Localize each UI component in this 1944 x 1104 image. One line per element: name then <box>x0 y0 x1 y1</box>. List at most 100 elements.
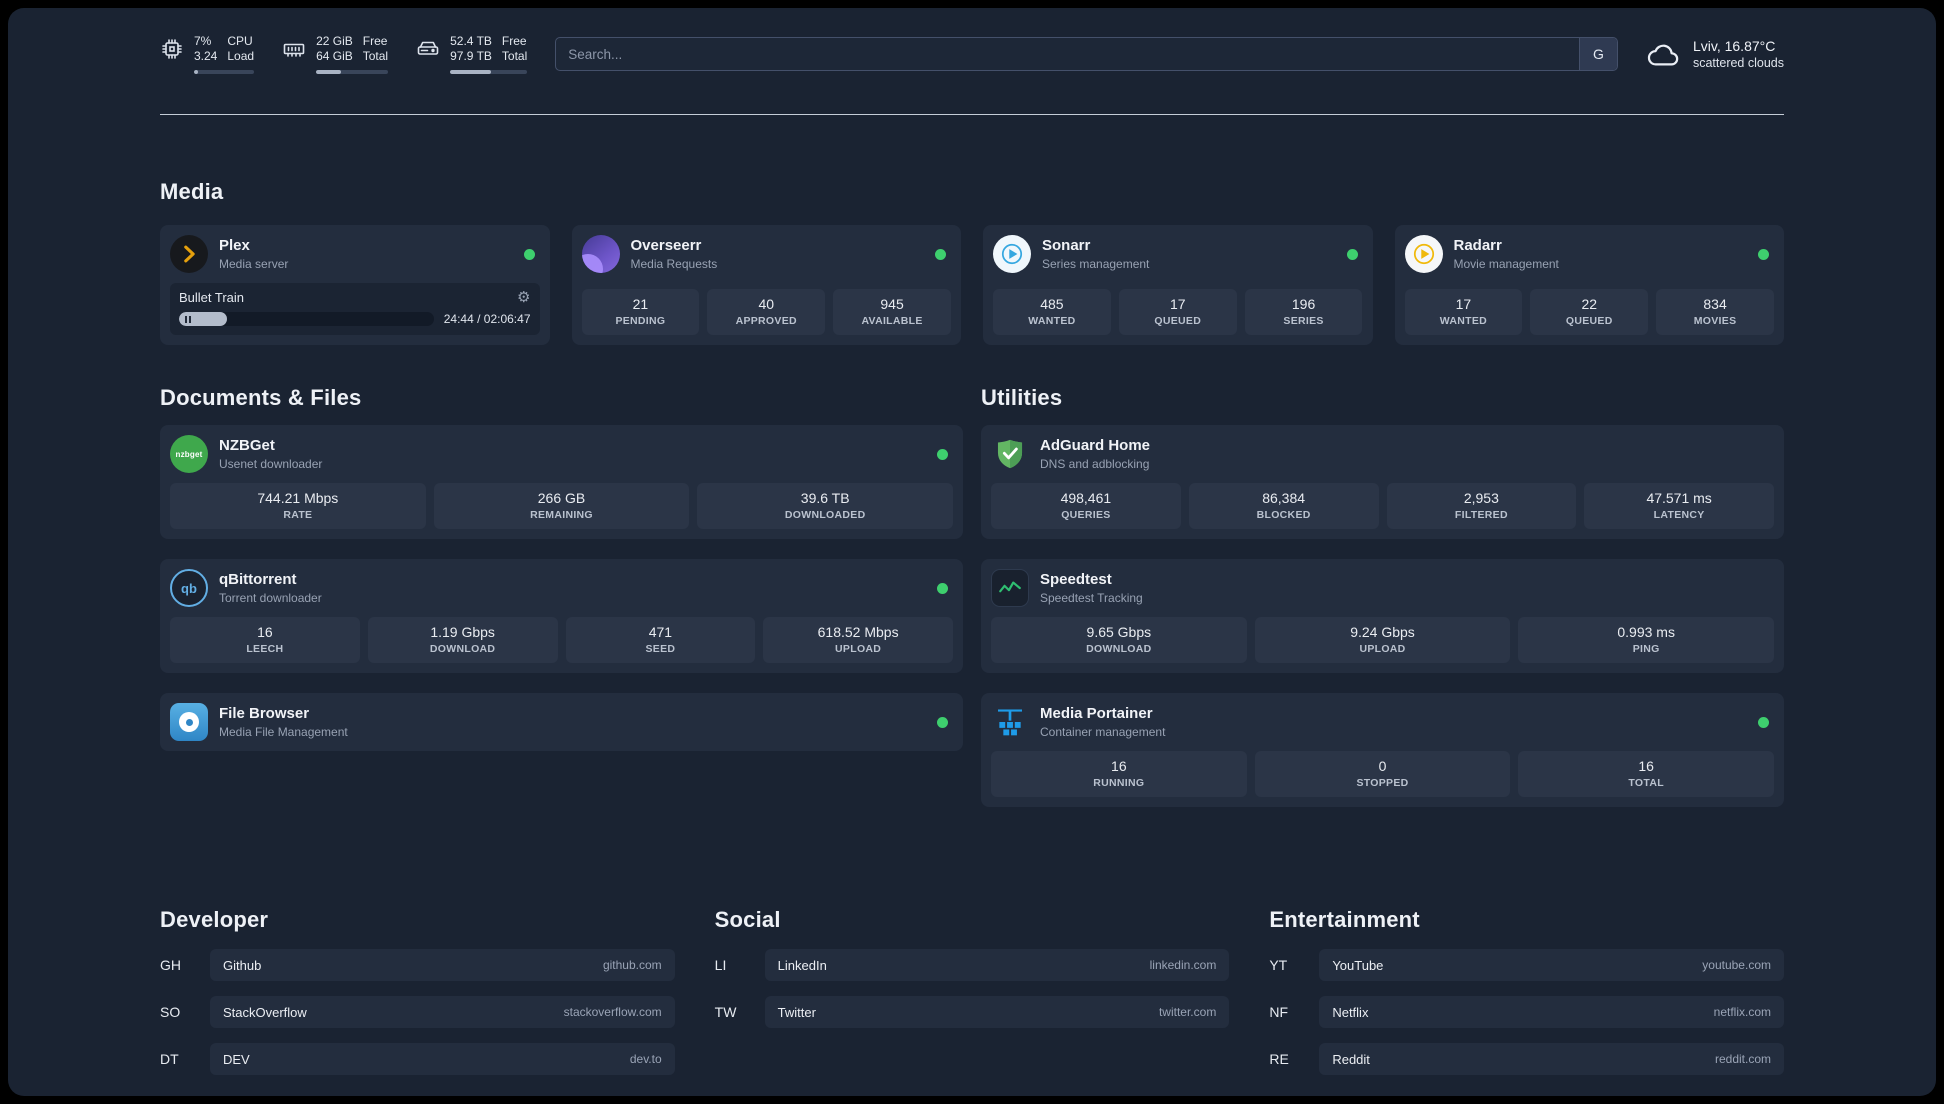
adguard-shield-icon <box>991 435 1029 473</box>
adguard-stats: 498,461 QUERIES 86,384 BLOCKED 2,953 FIL… <box>991 483 1774 529</box>
playback-time: 24:44 / 02:06:47 <box>443 312 531 326</box>
now-playing-title: Bullet Train <box>179 290 245 305</box>
stat-pending: 21 PENDING <box>581 289 700 335</box>
bookmark-abbr: SO <box>160 1004 181 1020</box>
status-dot <box>937 582 948 594</box>
app-name: Plex <box>219 237 250 254</box>
section-media: Media Plex Media server Bullet Train ⚙ 2… <box>160 179 1784 345</box>
section-title-utilities: Utilities <box>981 385 1063 410</box>
radarr-card[interactable]: Radarr Movie management 17 WANTED 22 QUE… <box>1394 225 1784 345</box>
ram-metric: 22 GiB 64 GiB Free Total <box>282 34 389 74</box>
status-dot <box>1758 248 1769 260</box>
stat-latency: 47.571 ms LATENCY <box>1584 483 1774 529</box>
stat-ping: 0.993 ms PING <box>1518 617 1775 663</box>
bookmark-link[interactable]: Github github.com <box>210 949 675 981</box>
ram-values: 22 GiB 64 GiB <box>316 34 353 63</box>
app-name: qBittorrent <box>219 571 297 588</box>
status-dot <box>935 248 946 260</box>
radarr-header: Radarr Movie management <box>1404 235 1775 273</box>
bookmark-abbr: DT <box>160 1051 179 1067</box>
qbittorrent-card[interactable]: qb qBittorrent Torrent downloader 16 LEE… <box>160 559 963 673</box>
radarr-icon <box>1404 235 1443 273</box>
disk-progress-bar <box>450 70 528 74</box>
portainer-icon <box>991 703 1029 741</box>
section-title-social: Social <box>714 907 781 932</box>
bookmark-link[interactable]: YouTube youtube.com <box>1319 949 1784 981</box>
ram-labels: Free Total <box>362 34 389 63</box>
stat-running: 16 RUNNING <box>991 751 1247 797</box>
bookmark-link[interactable]: Twitter twitter.com <box>764 996 1230 1028</box>
app-name: File Browser <box>219 705 310 722</box>
stat-queued: 17 QUEUED <box>1118 289 1237 335</box>
bookmark-abbr: RE <box>1269 1051 1289 1067</box>
plex-icon <box>170 235 208 273</box>
search-engine-button[interactable]: G <box>1578 38 1617 70</box>
app-subtitle: Media Requests <box>630 257 718 271</box>
cloud-icon <box>1646 40 1682 68</box>
dashboard-root: 7% 3.24 CPU Load 22 GiB 64 GiB Free Tota… <box>8 8 1936 1096</box>
stat-approved: 40 APPROVED <box>707 289 826 335</box>
bookmark-link[interactable]: LinkedIn linkedin.com <box>764 949 1230 981</box>
bookmark-link[interactable]: Netflix netflix.com <box>1319 996 1784 1028</box>
playback-progress-bar[interactable] <box>179 312 434 326</box>
section-social: Social LI LinkedIn linkedin.com TW Twitt… <box>715 907 1230 1090</box>
filebrowser-card[interactable]: File Browser Media File Management <box>160 693 963 751</box>
stat-total: 16 TOTAL <box>1518 751 1775 797</box>
bookmark-link[interactable]: StackOverflow stackoverflow.com <box>210 996 675 1028</box>
stat-seed: 471 SEED <box>565 617 756 663</box>
app-subtitle: Container management <box>1040 725 1166 739</box>
disk-values: 52.4 TB 97.9 TB <box>450 34 492 63</box>
settings-gear-icon[interactable]: ⚙ <box>517 290 530 305</box>
adguard-card[interactable]: AdGuard Home DNS and adblocking 498,461 … <box>981 425 1784 539</box>
bookmark-abbr: GH <box>160 957 181 973</box>
app-subtitle: DNS and adblocking <box>1040 457 1150 471</box>
qbittorrent-stats: 16 LEECH 1.19 Gbps DOWNLOAD 471 SEED 618… <box>170 617 953 663</box>
portainer-card[interactable]: Media Portainer Container management 16 … <box>981 693 1784 807</box>
cpu-icon <box>160 37 184 61</box>
app-name: NZBGet <box>219 437 275 454</box>
bookmark-abbr: YT <box>1269 957 1288 973</box>
bookmark-twitter: TW Twitter twitter.com <box>715 996 1230 1028</box>
stat-stopped: 0 STOPPED <box>1254 751 1511 797</box>
overseerr-icon <box>581 235 620 273</box>
bookmark-netflix: NF Netflix netflix.com <box>1269 996 1784 1028</box>
nzbget-header: nzbget NZBGet Usenet downloader <box>170 435 953 473</box>
app-subtitle: Usenet downloader <box>219 457 323 471</box>
cpu-labels: CPU Load <box>227 34 255 63</box>
status-dot <box>1346 248 1358 260</box>
topbar-divider <box>160 114 1784 115</box>
bookmark-reddit: RE Reddit reddit.com <box>1269 1043 1784 1075</box>
search-input[interactable] <box>556 38 1579 70</box>
section-utilities: Utilities AdGuard Home DNS and adblockin… <box>981 385 1784 827</box>
app-name: Radarr <box>1453 237 1502 254</box>
stat-filtered: 2,953 FILTERED <box>1386 483 1577 529</box>
bookmark-abbr: NF <box>1269 1004 1288 1020</box>
nzbget-card[interactable]: nzbget NZBGet Usenet downloader 744.21 M… <box>160 425 963 539</box>
middle-columns: Documents & Files nzbget NZBGet Usenet d… <box>160 385 1784 827</box>
section-title-developer: Developer <box>160 907 269 932</box>
section-entertainment: Entertainment YT YouTube youtube.com NF … <box>1269 907 1784 1090</box>
search-bar: G <box>555 37 1618 71</box>
portainer-stats: 16 RUNNING 0 STOPPED 16 TOTAL <box>991 751 1775 797</box>
cpu-values: 7% 3.24 <box>194 34 218 63</box>
bookmark-dev: DT DEV dev.to <box>160 1043 675 1075</box>
bookmarks: Developer GH Github github.com SO StackO… <box>160 907 1784 1090</box>
section-developer: Developer GH Github github.com SO StackO… <box>160 907 675 1090</box>
speedtest-card[interactable]: Speedtest Speedtest Tracking 9.65 Gbps D… <box>981 559 1784 673</box>
app-name: Overseerr <box>630 237 702 254</box>
weather-location: Lviv, 16.87°C <box>1692 38 1776 54</box>
weather-widget: Lviv, 16.87°C scattered clouds <box>1646 38 1784 70</box>
cpu-metric: 7% 3.24 CPU Load <box>160 34 255 74</box>
bookmark-link[interactable]: Reddit reddit.com <box>1319 1043 1784 1075</box>
stat-wanted: 17 WANTED <box>1404 289 1523 335</box>
sonarr-card[interactable]: Sonarr Series management 485 WANTED 17 Q… <box>983 225 1373 345</box>
stat-series: 196 SERIES <box>1244 289 1363 335</box>
app-subtitle: Series management <box>1042 257 1150 271</box>
plex-card[interactable]: Plex Media server Bullet Train ⚙ 24:44 /… <box>160 225 550 345</box>
nzbget-stats: 744.21 Mbps RATE 266 GB REMAINING 39.6 T… <box>170 483 954 529</box>
overseerr-card[interactable]: Overseerr Media Requests 21 PENDING 40 A… <box>571 225 961 345</box>
bookmark-link[interactable]: DEV dev.to <box>210 1043 675 1075</box>
qbittorrent-icon: qb <box>170 569 208 607</box>
bookmark-github: GH Github github.com <box>160 949 675 981</box>
speedtest-icon <box>991 569 1029 607</box>
